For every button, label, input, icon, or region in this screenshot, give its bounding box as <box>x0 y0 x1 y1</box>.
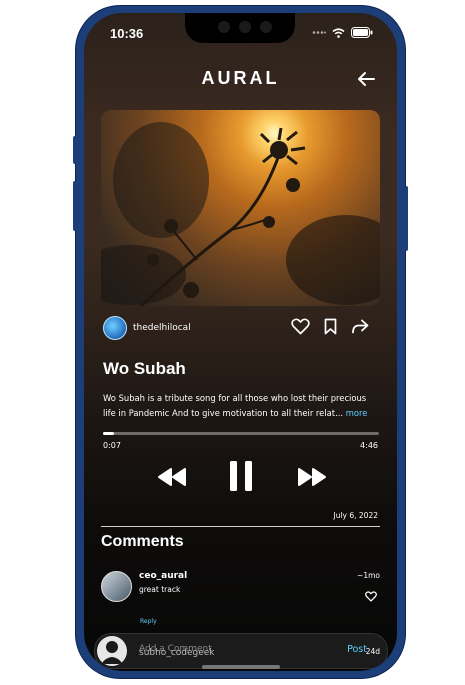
status-icons <box>312 27 373 38</box>
heart-icon[interactable] <box>365 591 377 602</box>
wifi-icon <box>332 27 345 38</box>
description-text: Wo Subah is a tribute song for all those… <box>103 393 367 418</box>
app-title: AURAL <box>201 68 280 88</box>
post-date: July 6, 2022 <box>333 511 379 520</box>
more-link[interactable]: more <box>346 408 368 418</box>
camera-dot <box>218 21 230 33</box>
side-button <box>73 136 77 164</box>
album-art <box>101 110 380 306</box>
composer-time: 24d <box>365 647 380 656</box>
progress-fill <box>103 432 115 435</box>
pause-icon[interactable] <box>229 460 253 492</box>
fast-forward-icon[interactable] <box>297 467 327 487</box>
user-avatar <box>97 636 127 666</box>
signal-icon <box>312 31 326 34</box>
commenter-avatar[interactable] <box>101 571 132 602</box>
rewind-icon[interactable] <box>157 467 187 487</box>
battery-icon <box>351 27 373 38</box>
progress-bar[interactable] <box>103 432 379 435</box>
arrow-left-icon[interactable] <box>357 71 375 87</box>
home-indicator[interactable] <box>202 665 280 669</box>
app-screen: 10:36 AURAL thedelhilocal Wo Subah Wo Su… <box>84 13 397 671</box>
author-avatar[interactable] <box>103 316 127 340</box>
post-actions <box>291 318 369 335</box>
comment-composer: subho_codegeek Post 24d <box>94 633 388 669</box>
commenter-username[interactable]: ceo_aural <box>139 571 187 581</box>
camera-dot <box>260 21 272 33</box>
current-time: 0:07 <box>103 441 121 450</box>
user-icon <box>101 641 123 664</box>
heart-icon[interactable] <box>291 318 310 335</box>
post-button[interactable]: Post <box>347 644 367 655</box>
song-description: Wo Subah is a tribute song for all those… <box>103 391 379 421</box>
status-time: 10:36 <box>110 26 144 41</box>
divider <box>101 526 380 527</box>
reply-link[interactable]: Reply <box>140 618 157 625</box>
post-author[interactable]: thedelhilocal <box>103 316 191 340</box>
flower-silhouette-image <box>101 122 380 306</box>
share-icon[interactable] <box>351 319 369 334</box>
side-button <box>73 181 77 231</box>
side-button <box>404 186 408 251</box>
comments-title: Comments <box>101 533 184 550</box>
notch <box>185 13 295 43</box>
comment-text: great track <box>139 585 181 594</box>
composer-username: subho_codegeek <box>139 648 215 658</box>
camera-dot <box>239 21 251 33</box>
author-username[interactable]: thedelhilocal <box>133 323 191 333</box>
total-time: 4:46 <box>360 441 378 450</box>
playback-controls <box>84 460 397 494</box>
bookmark-icon[interactable] <box>324 318 337 335</box>
phone-frame: 10:36 AURAL thedelhilocal Wo Subah Wo Su… <box>73 6 408 678</box>
song-title: Wo Subah <box>103 359 186 378</box>
comment-time: ~1mo <box>357 571 380 580</box>
comment-item: ceo_aural great track ~1mo <box>101 571 380 621</box>
